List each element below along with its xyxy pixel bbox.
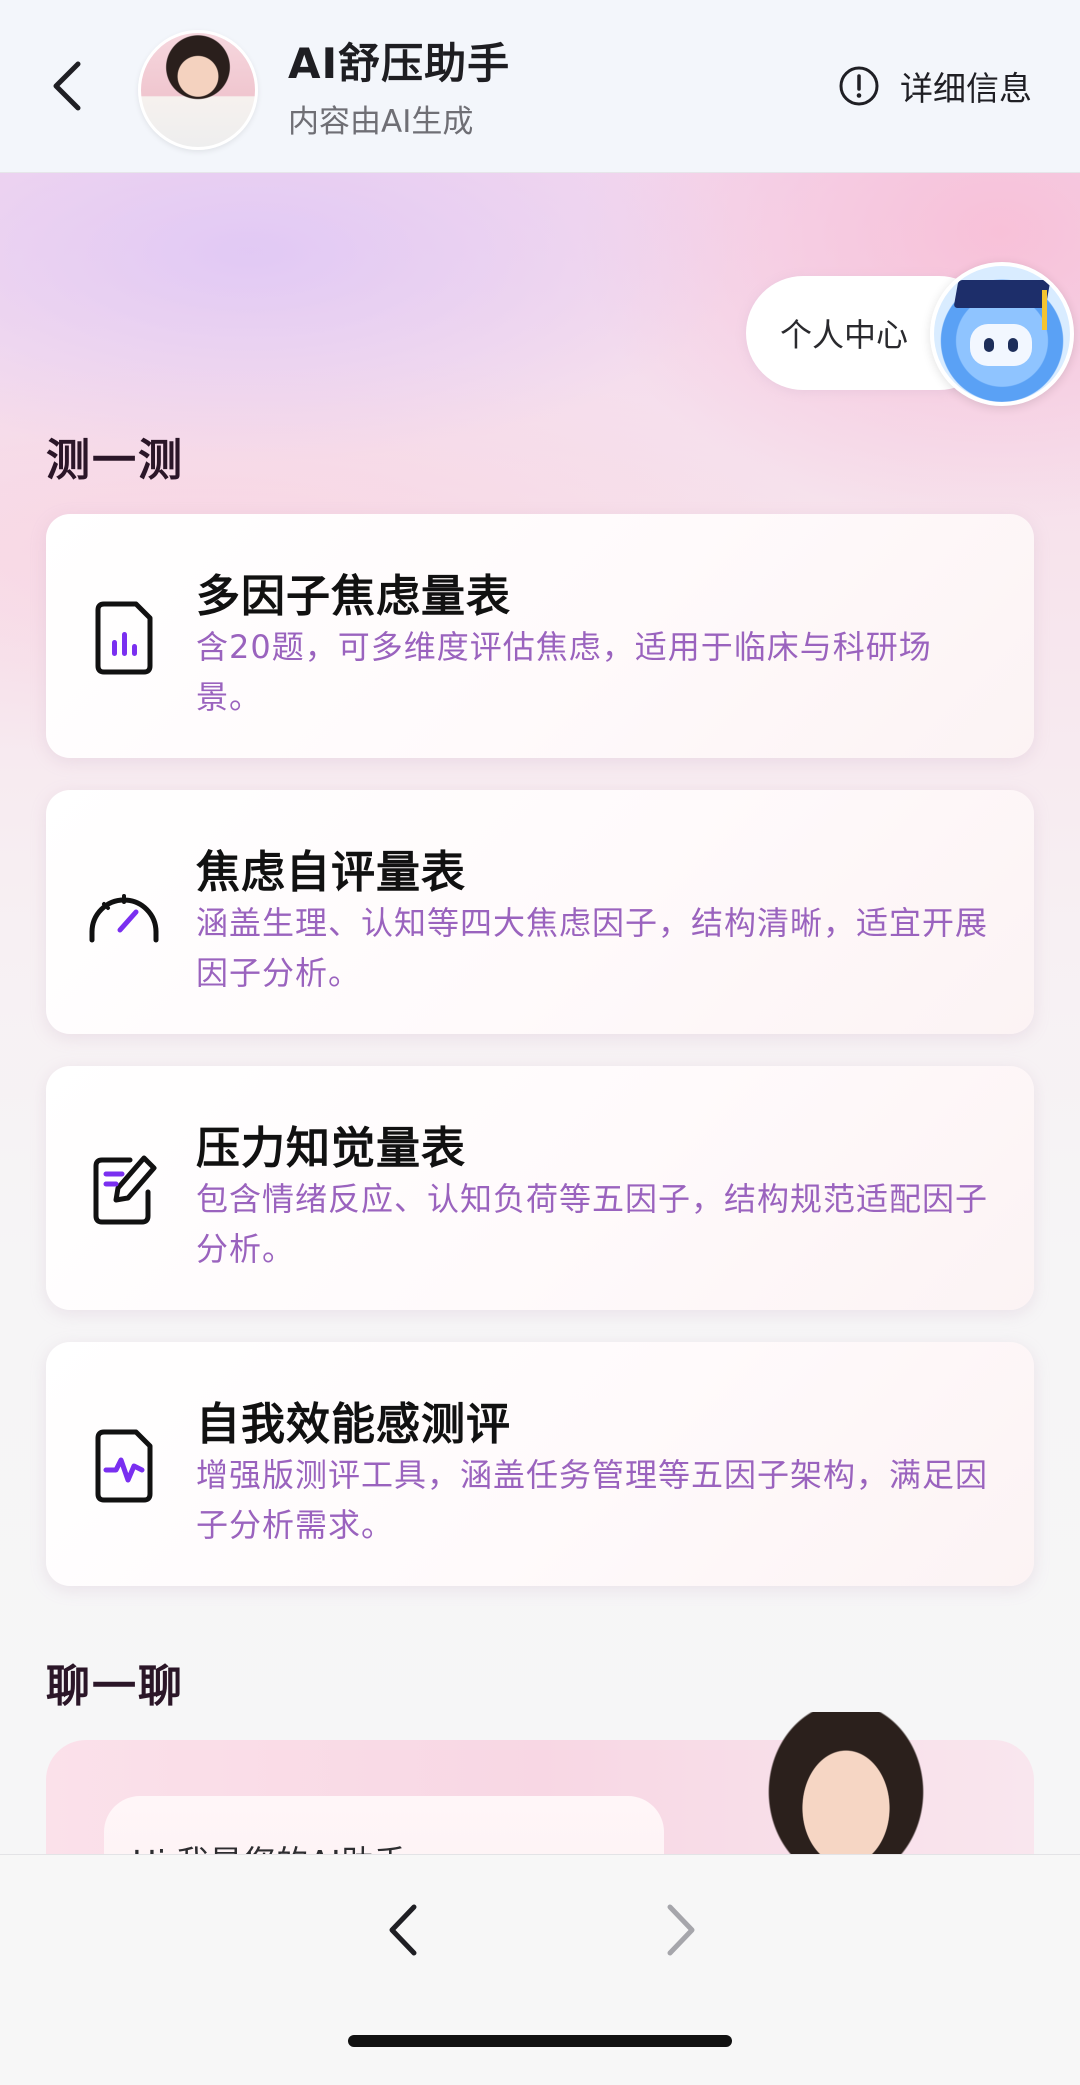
back-button[interactable] (44, 56, 92, 116)
chevron-left-icon (389, 1904, 417, 1956)
robot-eye (1008, 338, 1018, 352)
test-card-self-rating-anxiety[interactable]: 焦虑自评量表 涵盖生理、认知等四大焦虑因子，结构清晰，适宜开展因子分析。 (46, 790, 1034, 1034)
edit-note-icon (84, 1150, 164, 1230)
chevron-right-icon (667, 1904, 695, 1956)
top-bar: AI舒压助手 内容由AI生成 详细信息 (0, 0, 1080, 173)
robot-mascot-avatar[interactable] (930, 262, 1074, 406)
nav-forward-button[interactable] (656, 1895, 704, 1965)
personal-center-label: 个人中心 (780, 316, 909, 354)
nav-back-button[interactable] (380, 1895, 428, 1965)
browser-bottom-bar (0, 1854, 1080, 2085)
test-description: 含20题，可多维度评估焦虑，适用于临床与科研场景。 (196, 628, 932, 716)
assistant-avatar[interactable] (138, 30, 258, 150)
test-title: 焦虑自评量表 (196, 847, 466, 898)
gauge-icon (84, 874, 164, 954)
chevron-left-icon (53, 61, 81, 111)
assistant-portrait (756, 1712, 936, 1862)
section-title-chat: 聊一聊 (46, 1661, 184, 1712)
section-title-test: 测一测 (46, 435, 184, 486)
page-subtitle: 内容由AI生成 (288, 104, 474, 140)
robot-face (970, 324, 1032, 366)
test-title: 多因子焦虑量表 (196, 571, 511, 622)
test-card-perceived-stress[interactable]: 压力知觉量表 包含情绪反应、认知负荷等五因子，结构规范适配因子分析。 (46, 1066, 1034, 1310)
graduation-cap (953, 280, 1051, 308)
document-chart-icon (84, 598, 164, 678)
test-card-self-efficacy[interactable]: 自我效能感测评 增强版测评工具，涵盖任务管理等五因子架构，满足因子分析需求。 (46, 1342, 1034, 1586)
details-button[interactable]: 详细信息 (838, 62, 1032, 110)
test-description: 增强版测评工具，涵盖任务管理等五因子架构，满足因子分析需求。 (196, 1456, 989, 1544)
test-title: 自我效能感测评 (196, 1399, 511, 1450)
home-indicator[interactable] (348, 2035, 732, 2047)
info-icon (839, 66, 879, 106)
robot-eye (984, 338, 994, 352)
test-description: 包含情绪反应、认知负荷等五因子，结构规范适配因子分析。 (196, 1180, 989, 1268)
details-label: 详细信息 (900, 69, 1032, 108)
cap-tassel (1042, 290, 1047, 330)
test-title: 压力知觉量表 (196, 1123, 466, 1174)
test-card-multifactor-anxiety[interactable]: 多因子焦虑量表 含20题，可多维度评估焦虑，适用于临床与科研场景。 (46, 514, 1034, 758)
page-title: AI舒压助手 (288, 39, 511, 88)
test-description: 涵盖生理、认知等四大焦虑因子，结构清晰，适宜开展因子分析。 (196, 904, 989, 992)
document-pulse-icon (84, 1426, 164, 1506)
